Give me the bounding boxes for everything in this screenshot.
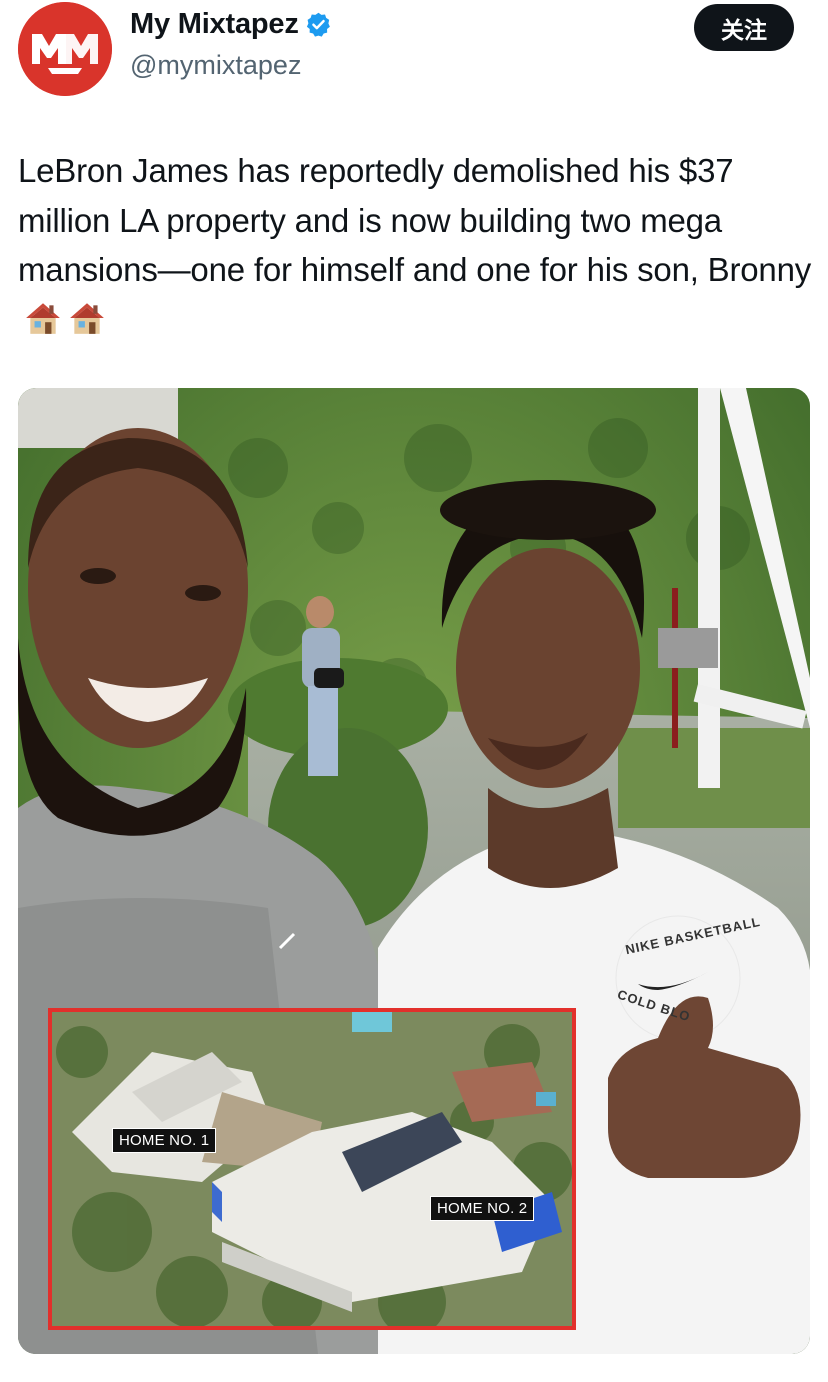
- tweet-header: My Mixtapez @mymixtapez 关注: [0, 0, 828, 110]
- follow-button[interactable]: 关注: [694, 4, 794, 51]
- tweet-photo[interactable]: NIKE BASKETBALL COLD BLO HOME NO. 1 HOME…: [18, 388, 810, 1354]
- aerial-inset: HOME NO. 1 HOME NO. 2: [48, 1008, 576, 1330]
- verified-badge-icon: [306, 12, 330, 37]
- handle[interactable]: @mymixtapez: [130, 50, 301, 81]
- house-icon: [26, 302, 60, 334]
- avatar[interactable]: [18, 2, 112, 96]
- display-name[interactable]: My Mixtapez: [130, 8, 299, 41]
- house-icon: [70, 302, 104, 334]
- tweet-text: LeBron James has reportedly demolished h…: [18, 146, 818, 344]
- aerial-map: [52, 1012, 572, 1326]
- home-1-label: HOME NO. 1: [112, 1128, 217, 1153]
- mm-logo-icon: [18, 2, 112, 96]
- home-2-label: HOME NO. 2: [430, 1196, 535, 1221]
- name-row: My Mixtapez: [130, 8, 332, 41]
- tweet-body: LeBron James has reportedly demolished h…: [18, 152, 812, 288]
